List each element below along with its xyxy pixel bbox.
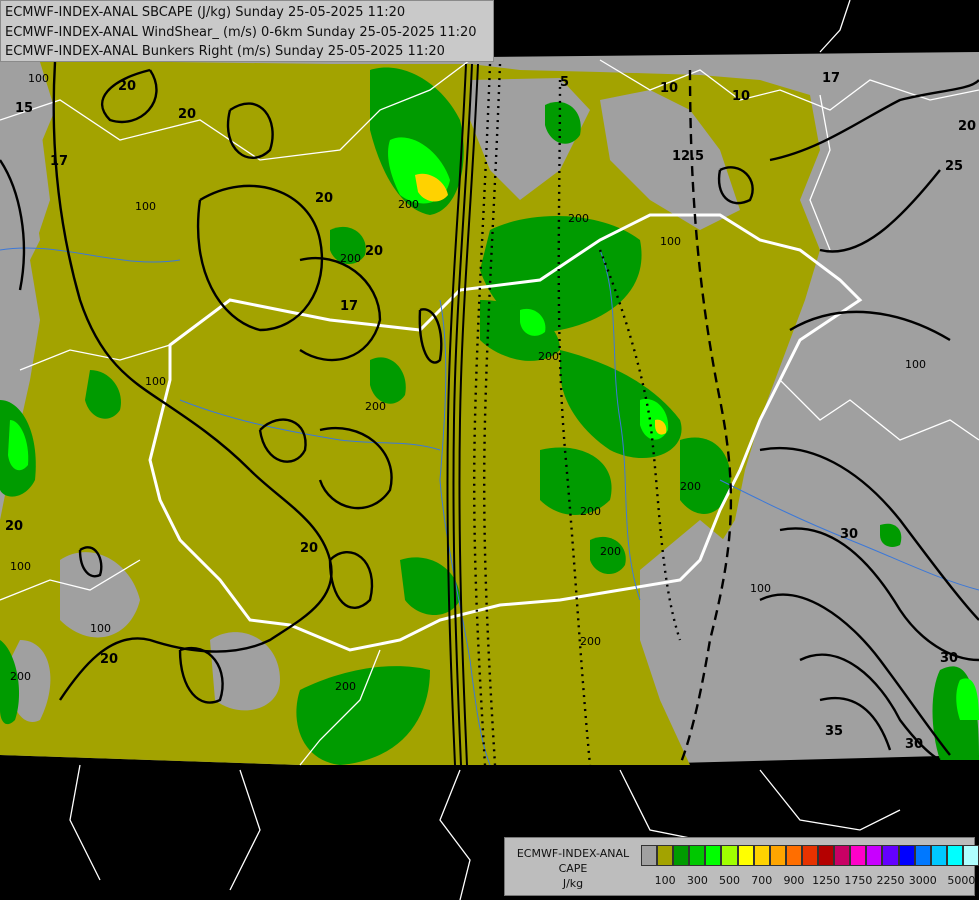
legend-swatch (785, 845, 802, 866)
legend-swatch (657, 845, 674, 866)
cape-label: 100 (10, 560, 31, 573)
legend-swatch (946, 845, 963, 866)
legend-tick-label: 1750 (844, 874, 873, 887)
legend-swatch (769, 845, 786, 866)
legend-tick-label: 3000 (908, 874, 937, 887)
legend-swatch (898, 845, 915, 866)
legend-swatch (834, 845, 851, 866)
contour-label: 20 (178, 107, 196, 122)
cape-label: 200 (335, 680, 356, 693)
legend-tick-label: 300 (686, 874, 708, 887)
legend-swatches (641, 845, 979, 866)
legend-swatch (641, 845, 658, 866)
contour-label: 20 (100, 652, 118, 667)
cape-map: 20 20 20 17 20 20 17 15 17 20 25 30 30 3… (0, 0, 979, 900)
cape-label: 200 (600, 545, 621, 558)
contour-label: 10 (660, 81, 678, 96)
legend-swatch (721, 845, 738, 866)
legend-title: ECMWF-INDEX-ANAL CAPE J/kg (509, 846, 637, 891)
legend-unit: J/kg (562, 877, 584, 890)
legend-swatch (866, 845, 883, 866)
legend-tick-label: 900 (783, 874, 805, 887)
contour-label: 20 (365, 244, 383, 259)
cape-label: 200 (580, 635, 601, 648)
contour-label: 30 (840, 527, 858, 542)
cape-label: 200 (580, 505, 601, 518)
legend-tick-label: 1250 (812, 874, 841, 887)
legend-swatch (801, 845, 819, 866)
legend-swatch (673, 845, 690, 866)
contour-label: 35 (825, 724, 843, 739)
legend-title-model: ECMWF-INDEX-ANAL (516, 847, 630, 860)
title-line-sbcape: ECMWF-INDEX-ANAL SBCAPE (J/kg) Sunday 25… (5, 5, 406, 20)
contour-label: 15 (15, 101, 33, 116)
legend-tick-label: 5000 (947, 874, 976, 887)
contour-label: 12.5 (672, 149, 704, 164)
cape-label: 200 (398, 198, 419, 211)
legend-swatch (850, 845, 867, 866)
legend-tick-label: 500 (719, 874, 741, 887)
contour-label: 20 (315, 191, 333, 206)
contour-label: 20 (958, 119, 976, 134)
legend-tick-label: 700 (751, 874, 773, 887)
contour-label: 5 (560, 75, 569, 90)
contour-label: 10 (732, 89, 750, 104)
contour-label: 17 (822, 71, 840, 86)
cape-label: 100 (750, 582, 771, 595)
contour-label: 30 (905, 737, 923, 752)
title-line-windshear: ECMWF-INDEX-ANAL WindShear_ (m/s) 0-6km … (5, 24, 477, 40)
cape-label: 200 (568, 212, 589, 225)
map-title-box: ECMWF-INDEX-ANAL SBCAPE (J/kg) Sunday 25… (0, 0, 494, 62)
legend-swatch (882, 845, 899, 866)
cape-label: 200 (538, 350, 559, 363)
cape-label: 100 (135, 200, 156, 213)
cape-label: 100 (28, 72, 49, 85)
cape-label: 200 (10, 670, 31, 683)
legend-tick-label: 100 (654, 874, 676, 887)
cape-label: 200 (365, 400, 386, 413)
legend-title-param: CAPE (558, 862, 588, 875)
cape-label: 100 (660, 235, 681, 248)
legend-swatch (930, 845, 947, 866)
title-line-bunkers: ECMWF-INDEX-ANAL Bunkers Right (m/s) Sun… (5, 44, 445, 59)
legend-swatch (914, 845, 931, 866)
contour-label: 20 (118, 79, 136, 94)
contour-label: 20 (5, 519, 23, 534)
cape-label: 100 (905, 358, 926, 371)
contour-label: 17 (340, 299, 358, 314)
contour-label: 20 (300, 541, 318, 556)
legend-swatch (818, 845, 835, 866)
contour-label: 25 (945, 159, 963, 174)
legend-ticks: 100 300 500 700 900 1250 1750 2250 3000 5000 (641, 874, 976, 890)
cape-label: 200 (680, 480, 701, 493)
legend-swatch (962, 845, 979, 866)
legend-swatch (689, 845, 706, 866)
cape-label: 100 (90, 622, 111, 635)
cape-legend: ECMWF-INDEX-ANAL CAPE J/kg 100 300 500 700 9… (504, 837, 979, 896)
legend-swatch (737, 845, 754, 866)
contour-label: 17 (50, 154, 68, 169)
legend-swatch (705, 845, 722, 866)
cape-label: 200 (340, 252, 361, 265)
contour-label: 30 (940, 651, 958, 666)
legend-tick-label: 2250 (876, 874, 905, 887)
cape-label: 100 (145, 375, 166, 388)
legend-swatch (753, 845, 770, 866)
